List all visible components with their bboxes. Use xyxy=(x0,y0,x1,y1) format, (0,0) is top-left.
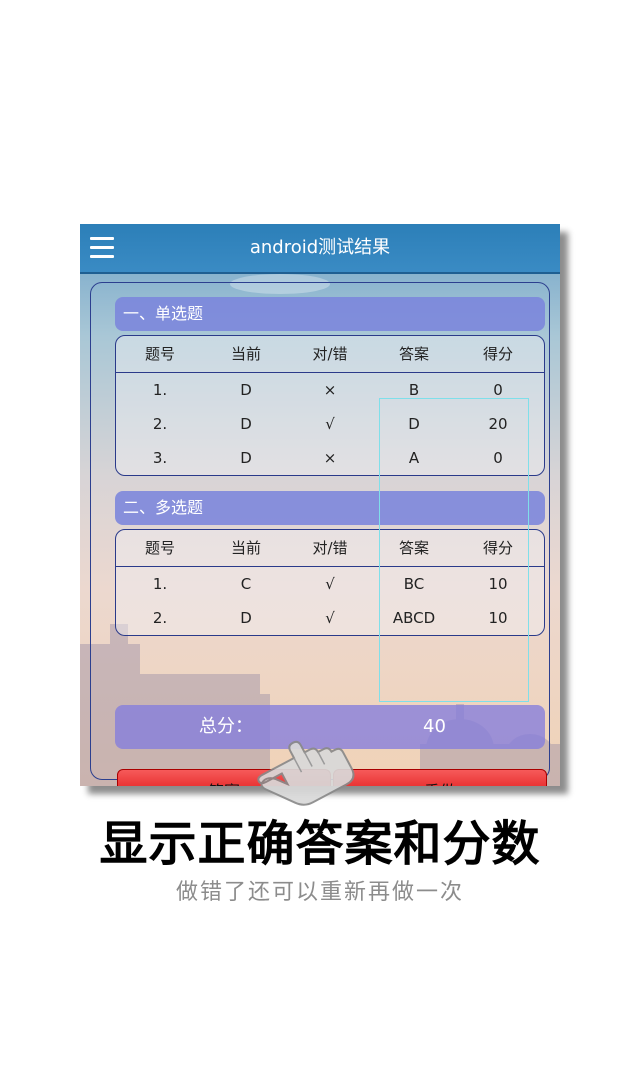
total-score-label: 总分： xyxy=(199,716,253,737)
table-cell: × xyxy=(323,449,337,467)
table-cell: 10 xyxy=(488,575,508,593)
table-cell: D xyxy=(240,381,252,399)
table-row: 2. D √ ABCD 10 xyxy=(116,601,544,635)
table-cell: 10 xyxy=(488,609,508,627)
total-score-value: 40 xyxy=(423,716,446,737)
table-cell: A xyxy=(408,449,420,467)
table-header-row: 题号 当前 对/错 答案 得分 xyxy=(116,336,544,373)
redo-button[interactable]: 重做 xyxy=(333,769,547,786)
column-header: 当前 xyxy=(230,345,261,363)
column-header: 对/错 xyxy=(312,539,348,557)
table-cell: 2. xyxy=(152,415,168,433)
table-cell: √ xyxy=(325,575,335,593)
table-cell: D xyxy=(240,415,252,433)
multi-choice-table: 题号 当前 对/错 答案 得分 1. C √ BC 10 2. D √ ABCD… xyxy=(115,529,545,636)
table-cell: D xyxy=(408,415,420,433)
table-cell: 0 xyxy=(493,381,503,399)
table-cell: 0 xyxy=(493,449,503,467)
table-header-row: 题号 当前 对/错 答案 得分 xyxy=(116,530,544,567)
table-cell: 20 xyxy=(488,415,508,433)
table-row: 1. D × B 0 xyxy=(116,373,544,407)
subline-caption: 做错了还可以重新再做一次 xyxy=(175,880,464,905)
multi-choice-header: 二、多选题 xyxy=(115,491,545,525)
table-cell: ABCD xyxy=(392,609,436,627)
page-title: android测试结果 xyxy=(249,237,391,258)
table-cell: × xyxy=(323,381,337,399)
results-card: 一、单选题 题号 当前 对/错 答案 得分 1. D × B 0 2. D √ … xyxy=(90,282,550,786)
table-cell: √ xyxy=(325,609,335,627)
table-cell: B xyxy=(408,381,420,399)
column-header: 得分 xyxy=(482,345,513,363)
table-row: 3. D × A 0 xyxy=(116,441,544,475)
single-choice-header: 一、单选题 xyxy=(115,297,545,331)
table-cell: 2. xyxy=(152,609,168,627)
table-cell: D xyxy=(240,609,252,627)
phone-screen: android测试结果 一、单选题 题号 当前 对/错 答案 得分 1. D ×… xyxy=(80,224,560,786)
table-cell: D xyxy=(240,449,252,467)
column-header: 题号 xyxy=(144,345,175,363)
table-cell: 3. xyxy=(152,449,168,467)
column-header: 得分 xyxy=(482,539,513,557)
table-cell: BC xyxy=(403,575,425,593)
table-row: 2. D √ D 20 xyxy=(116,407,544,441)
headline-caption: 显示正确答案和分数 xyxy=(99,816,541,872)
column-header: 对/错 xyxy=(312,345,348,363)
table-cell: √ xyxy=(325,415,335,433)
single-choice-table: 题号 当前 对/错 答案 得分 1. D × B 0 2. D √ D 20 3… xyxy=(115,335,545,476)
column-header: 题号 xyxy=(144,539,175,557)
table-cell: 1. xyxy=(152,575,168,593)
hand-pointer-icon xyxy=(257,740,355,806)
table-row: 1. C √ BC 10 xyxy=(116,567,544,601)
column-header: 当前 xyxy=(230,539,261,557)
table-cell: 1. xyxy=(152,381,168,399)
column-header: 答案 xyxy=(398,539,429,557)
table-cell: C xyxy=(240,575,252,593)
column-header: 答案 xyxy=(398,345,429,363)
app-bar: android测试结果 xyxy=(80,224,560,274)
